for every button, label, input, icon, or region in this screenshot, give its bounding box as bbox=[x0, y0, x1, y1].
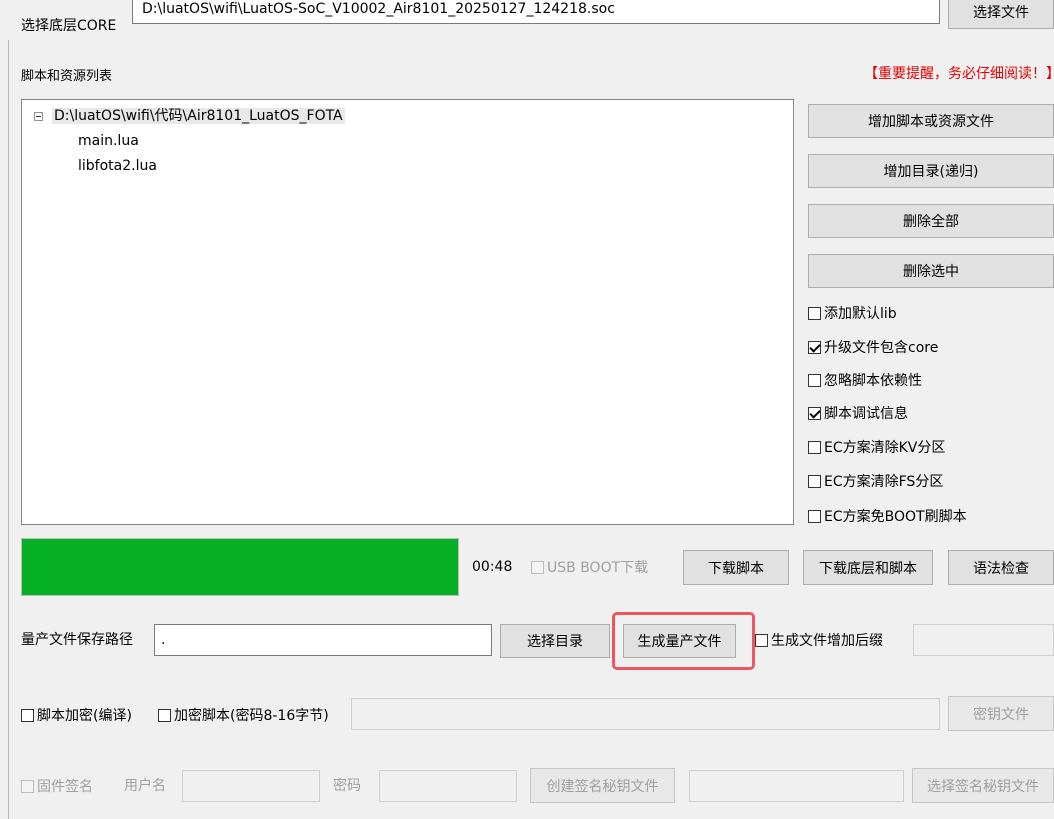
option-label: 加密脚本(密码8-16字节) bbox=[174, 708, 329, 724]
core-label: 选择底层CORE bbox=[21, 18, 117, 34]
add-suffix-checkbox[interactable]: 生成文件增加后缀 bbox=[755, 630, 883, 650]
option-ec-clear-fs[interactable]: EC方案清除FS分区 bbox=[808, 471, 943, 491]
select-core-file-button[interactable]: 选择文件 bbox=[948, 0, 1054, 29]
checkbox-icon[interactable] bbox=[755, 633, 768, 647]
tree-item-libfota2-lua[interactable]: libfota2.lua bbox=[78, 157, 157, 175]
progress-fill bbox=[22, 539, 458, 595]
usb-boot-download-checkbox: USB BOOT下载 bbox=[531, 557, 648, 577]
encrypt-password-field bbox=[351, 698, 940, 730]
suffix-field bbox=[913, 624, 1054, 656]
option-label: 固件签名 bbox=[37, 779, 93, 795]
core-path-field[interactable]: D:\luatOS\wifi\LuatOS-SoC_V10002_Air8101… bbox=[132, 0, 940, 24]
tree-root-item[interactable]: D:\luatOS\wifi\代码\Air8101_LuatOS_FOTA bbox=[34, 107, 345, 125]
option-label: 忽略脚本依赖性 bbox=[824, 373, 922, 389]
checkbox-icon[interactable] bbox=[158, 708, 171, 722]
collapse-icon[interactable] bbox=[34, 111, 43, 121]
generate-mass-production-button[interactable]: 生成量产文件 bbox=[623, 624, 736, 658]
checkbox-icon[interactable] bbox=[808, 474, 821, 488]
download-core-and-script-button[interactable]: 下载底层和脚本 bbox=[803, 550, 933, 585]
script-list-label: 脚本和资源列表 bbox=[21, 69, 113, 84]
syntax-check-button[interactable]: 语法检查 bbox=[948, 550, 1054, 585]
option-label: EC方案清除FS分区 bbox=[824, 474, 944, 490]
mass-production-path-field[interactable]: . bbox=[154, 624, 492, 656]
download-progress-bar bbox=[21, 538, 459, 596]
option-label: 脚本加密(编译) bbox=[37, 708, 132, 724]
option-label: EC方案免BOOT刷脚本 bbox=[824, 509, 967, 525]
script-encrypt-compile-checkbox[interactable]: 脚本加密(编译) bbox=[21, 705, 132, 725]
checkbox-icon[interactable] bbox=[808, 373, 821, 387]
username-label: 用户名 bbox=[124, 778, 166, 794]
add-script-resource-button[interactable]: 增加脚本或资源文件 bbox=[808, 104, 1054, 138]
sign-key-path-field bbox=[689, 770, 904, 802]
key-file-button: 密钥文件 bbox=[948, 696, 1054, 731]
option-label: 生成文件增加后缀 bbox=[771, 633, 883, 649]
option-label: USB BOOT下载 bbox=[547, 560, 649, 576]
mass-production-path-label: 量产文件保存路径 bbox=[21, 632, 133, 648]
checkbox-icon[interactable] bbox=[808, 306, 821, 320]
checkbox-checked-icon[interactable] bbox=[808, 406, 821, 420]
checkbox-icon bbox=[21, 779, 34, 793]
checkbox-icon bbox=[531, 560, 544, 574]
important-warning-link[interactable]: 【重要提醒，务必仔细阅读！】 bbox=[864, 64, 1054, 84]
option-label: 脚本调试信息 bbox=[824, 406, 908, 422]
window-left-border bbox=[8, 40, 9, 819]
add-directory-button[interactable]: 增加目录(递归) bbox=[808, 154, 1054, 188]
select-directory-button[interactable]: 选择目录 bbox=[500, 624, 610, 658]
option-ec-clear-kv[interactable]: EC方案清除KV分区 bbox=[808, 437, 945, 457]
username-field bbox=[182, 770, 320, 802]
delete-selected-button[interactable]: 删除选中 bbox=[808, 254, 1054, 288]
option-label: 升级文件包含core bbox=[824, 340, 939, 356]
password-label: 密码 bbox=[333, 778, 361, 794]
option-add-default-lib[interactable]: 添加默认lib bbox=[808, 303, 897, 323]
option-label: 添加默认lib bbox=[824, 306, 897, 322]
elapsed-time: 00:48 bbox=[472, 559, 513, 575]
checkbox-icon[interactable] bbox=[808, 440, 821, 454]
option-debug-info[interactable]: 脚本调试信息 bbox=[808, 403, 908, 423]
tree-root-label: D:\luatOS\wifi\代码\Air8101_LuatOS_FOTA bbox=[52, 108, 345, 124]
option-ec-no-boot[interactable]: EC方案免BOOT刷脚本 bbox=[808, 506, 967, 526]
password-field bbox=[379, 770, 517, 802]
script-tree-view[interactable]: D:\luatOS\wifi\代码\Air8101_LuatOS_FOTA ma… bbox=[21, 99, 794, 525]
checkbox-icon[interactable] bbox=[21, 708, 34, 722]
firmware-sign-checkbox: 固件签名 bbox=[21, 776, 93, 796]
checkbox-checked-icon[interactable] bbox=[808, 340, 821, 354]
create-sign-key-button: 创建签名秘钥文件 bbox=[530, 768, 675, 803]
option-label: EC方案清除KV分区 bbox=[824, 440, 946, 456]
delete-all-button[interactable]: 删除全部 bbox=[808, 204, 1054, 238]
download-script-button[interactable]: 下载脚本 bbox=[683, 550, 789, 585]
tree-item-main-lua[interactable]: main.lua bbox=[78, 132, 139, 150]
option-include-core[interactable]: 升级文件包含core bbox=[808, 337, 938, 357]
option-ignore-dependency[interactable]: 忽略脚本依赖性 bbox=[808, 370, 922, 390]
checkbox-icon[interactable] bbox=[808, 509, 821, 523]
encrypt-script-checkbox[interactable]: 加密脚本(密码8-16字节) bbox=[158, 705, 329, 725]
select-sign-key-button: 选择签名秘钥文件 bbox=[912, 768, 1054, 803]
